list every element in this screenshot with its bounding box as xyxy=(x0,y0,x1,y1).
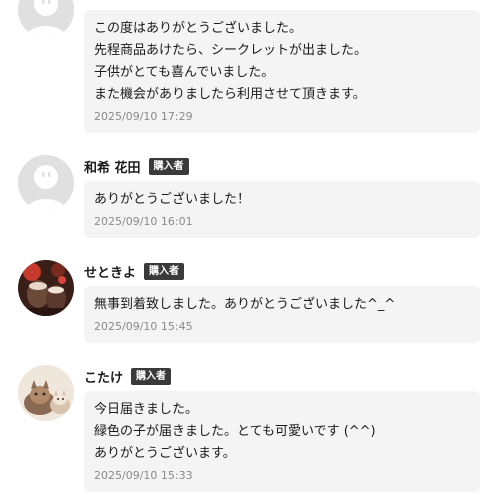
comment-text: ありがとうございます。 xyxy=(94,446,236,461)
comment-text: 緑色の子が届きました。とても可愛いです (^^) xyxy=(94,424,376,439)
comment-date: 2025/09/10 16:01 xyxy=(94,215,193,228)
comment-text: ありがとうございました！ xyxy=(94,192,251,207)
comment-date: 2025/09/10 17:29 xyxy=(94,110,193,123)
user-name[interactable]: 和希 花田 xyxy=(84,157,141,176)
comment-text: 今日届きました。 xyxy=(94,402,199,417)
photo-avatar-icon[interactable] xyxy=(18,260,74,316)
buyer-badge: 購入者 xyxy=(148,157,189,175)
comment-bubble: 今日届きました。 緑色の子が届きました。とても可愛いです (^^) ありがとうご… xyxy=(84,391,480,492)
user-name[interactable]: せときよ xyxy=(84,262,136,281)
comment-text: 子供がとても喜んでいました。 xyxy=(94,65,275,80)
default-avatar-icon[interactable] xyxy=(18,155,74,211)
comment-bubble: この度はありがとうございました。 先程商品あけたら、シークレットが出ました。 子… xyxy=(84,10,480,133)
user-name[interactable]: こたけ xyxy=(84,367,123,386)
default-avatar-icon[interactable] xyxy=(18,0,74,38)
photo-avatar-icon[interactable] xyxy=(18,365,74,421)
comment-text: 無事到着致しました。ありがとうございました^_^ xyxy=(94,297,396,312)
buyer-badge: 購入者 xyxy=(131,367,172,385)
comment-text: また機会がありましたら利用させて頂きます。 xyxy=(94,87,366,102)
comment-date: 2025/09/10 15:33 xyxy=(94,469,193,482)
comment-date: 2025/09/10 15:45 xyxy=(94,320,193,333)
comment-header: せときよ 購入者 xyxy=(84,261,185,281)
comment-bubble: 無事到着致しました。ありがとうございました^_^ 2025/09/10 15:4… xyxy=(84,286,480,343)
comment-text: 先程商品あけたら、シークレットが出ました。 xyxy=(94,43,368,58)
comment-text: この度はありがとうございました。 xyxy=(94,21,303,36)
buyer-badge: 購入者 xyxy=(144,262,185,280)
comment-header: こたけ 購入者 xyxy=(84,366,172,386)
comment-bubble: ありがとうございました！ 2025/09/10 16:01 xyxy=(84,181,480,238)
comment-header: 和希 花田 購入者 xyxy=(84,156,189,176)
